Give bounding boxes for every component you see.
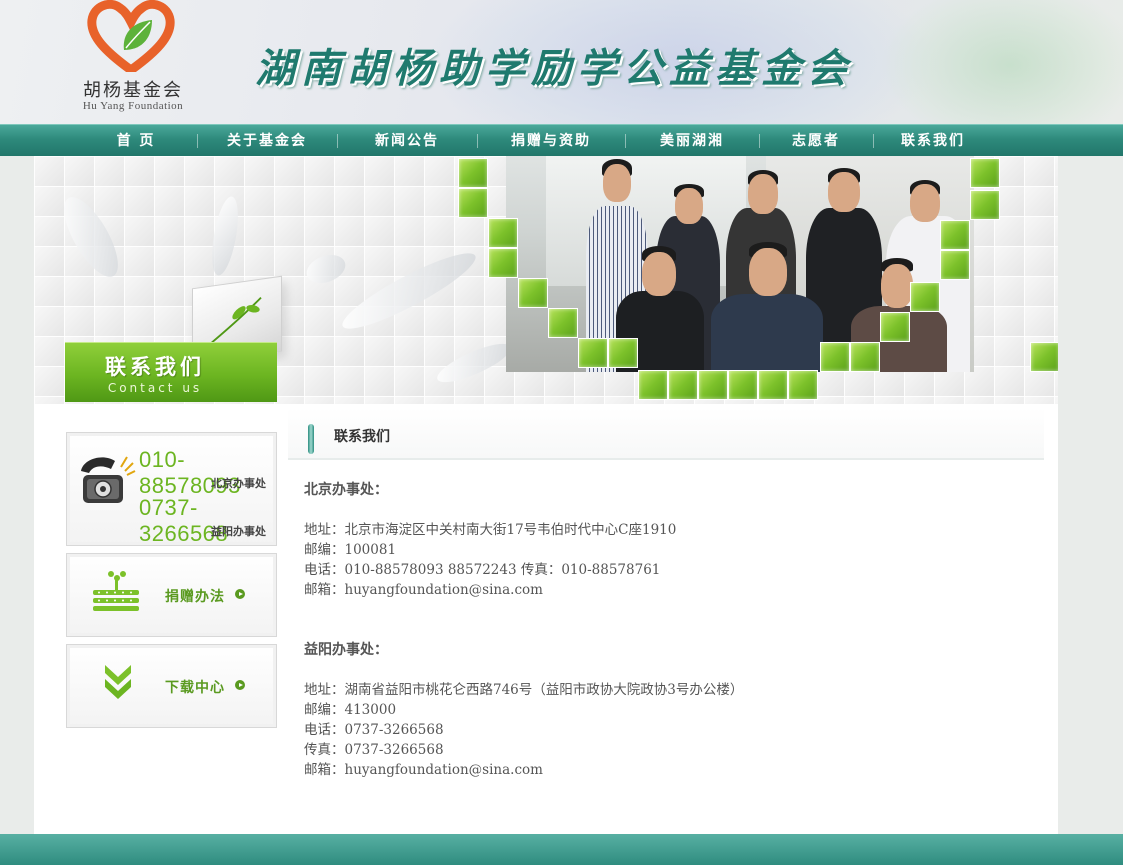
section-title-en: Contact us <box>107 381 203 395</box>
green-cube-decoration <box>548 308 578 338</box>
green-cube-decoration <box>970 190 1000 220</box>
content-title: 联系我们 <box>334 429 390 445</box>
office-address: 地址：湖南省益阳市桃花仑西路746号（益阳市政协大院政协3号办公楼） <box>304 682 744 698</box>
yiyang-phone-number[interactable]: 0737-3266568 <box>139 495 276 547</box>
green-cube-decoration <box>1030 342 1058 372</box>
nav-item-beautiful-huxiang[interactable]: 美丽湖湘 <box>625 125 759 157</box>
green-cube-decoration <box>578 338 608 368</box>
content-header: 联系我们 <box>288 408 1044 460</box>
donate-method-link[interactable]: 捐赠办法 <box>66 553 277 637</box>
beijing-office-label: 北京办事处 <box>211 477 266 490</box>
logo-english-name: Hu Yang Foundation <box>82 100 184 112</box>
green-cube-decoration <box>970 158 1000 188</box>
green-cube-decoration <box>940 220 970 250</box>
office-title: 北京办事处： <box>304 482 388 498</box>
logo-chinese-name: 胡杨基金会 <box>83 80 183 101</box>
header-decoration-right <box>880 0 1123 124</box>
nav-item-volunteer[interactable]: 志愿者 <box>759 125 873 157</box>
download-center-label: 下载中心 <box>165 680 225 696</box>
office-email[interactable]: 邮箱：huyangfoundation@sina.com <box>304 580 676 600</box>
feather-decoration <box>432 336 516 390</box>
site-title: 湖南胡杨助学励学公益基金会 <box>255 45 853 92</box>
office-phone: 电话：0737-3266568 <box>304 722 444 738</box>
foundation-logo[interactable]: 胡杨基金会 Hu Yang Foundation <box>62 0 202 118</box>
yiyang-office-label: 益阳办事处 <box>211 525 266 538</box>
nav-item-news[interactable]: 新闻公告 <box>337 125 477 157</box>
feather-decoration <box>302 249 350 289</box>
beijing-office-section: 北京办事处： 地址：北京市海淀区中关村南大街17号韦伯时代中心C座1910 邮编… <box>304 480 676 600</box>
nav-item-contact[interactable]: 联系我们 <box>873 125 993 157</box>
feather-decoration <box>207 194 243 278</box>
green-cube-decoration <box>880 312 910 342</box>
green-cube-decoration <box>820 342 850 372</box>
office-fax: 传真：0737-3266568 <box>304 742 444 758</box>
green-cube-decoration <box>698 370 728 400</box>
nav-item-donation[interactable]: 捐赠与资助 <box>477 125 625 157</box>
beijing-phone-number[interactable]: 010-88578093 <box>139 447 276 499</box>
main-container: 联系我们 Contact us 010-88578093 北京办事处 0737-… <box>34 156 1058 834</box>
office-email[interactable]: 邮箱：huyangfoundation@sina.com <box>304 760 743 780</box>
nav-item-about[interactable]: 关于基金会 <box>197 125 337 157</box>
office-title: 益阳办事处： <box>304 642 388 658</box>
banner: 联系我们 Contact us <box>34 156 1058 404</box>
site-header: 胡杨基金会 Hu Yang Foundation 湖南胡杨助学励学公益基金会 <box>0 0 1123 124</box>
main-navigation: 首 页 关于基金会 新闻公告 捐赠与资助 美丽湖湘 志愿者 联系我们 <box>0 124 1123 156</box>
green-cube-decoration <box>788 370 818 400</box>
download-center-link[interactable]: 下载中心 <box>66 644 277 728</box>
section-tab-contact: 联系我们 Contact us <box>65 342 277 402</box>
feather-decoration <box>53 189 129 285</box>
heart-leaf-logo-icon <box>87 0 175 72</box>
green-cube-decoration <box>668 370 698 400</box>
green-cube-decoration <box>458 188 488 218</box>
office-phone-fax: 电话：010-88578093 88572243 传真：010-88578761 <box>304 562 661 578</box>
green-cube-decoration <box>758 370 788 400</box>
yiyang-office-section: 益阳办事处： 地址：湖南省益阳市桃花仑西路746号（益阳市政协大院政协3号办公楼… <box>304 640 743 780</box>
telephone-icon <box>77 449 139 515</box>
green-cube-decoration <box>488 248 518 278</box>
arrow-right-icon <box>235 589 245 599</box>
nav-item-home[interactable]: 首 页 <box>75 125 197 157</box>
phone-contact-box: 010-88578093 北京办事处 0737-3266568 益阳办事处 <box>66 432 277 546</box>
office-address: 地址：北京市海淀区中关村南大街17号韦伯时代中心C座1910 <box>304 522 677 538</box>
green-cube-decoration <box>638 370 668 400</box>
green-cube-decoration <box>518 278 548 308</box>
green-cube-decoration <box>728 370 758 400</box>
office-postcode: 邮编：413000 <box>304 702 397 718</box>
arrow-right-icon <box>235 680 245 690</box>
site-footer <box>0 834 1123 865</box>
green-cube-decoration <box>458 158 488 188</box>
download-chevron-icon <box>101 661 135 709</box>
donation-box-icon <box>89 568 143 626</box>
green-cube-decoration <box>608 338 638 368</box>
office-postcode: 邮编：100081 <box>304 542 397 558</box>
feather-decoration <box>335 242 483 340</box>
section-title-cn: 联系我们 <box>105 355 205 379</box>
green-cube-decoration <box>488 218 518 248</box>
green-cube-decoration <box>940 250 970 280</box>
green-cube-decoration <box>850 342 880 372</box>
green-cube-decoration <box>910 282 940 312</box>
donate-method-label: 捐赠办法 <box>165 589 225 605</box>
heading-accent-bar <box>308 424 314 454</box>
